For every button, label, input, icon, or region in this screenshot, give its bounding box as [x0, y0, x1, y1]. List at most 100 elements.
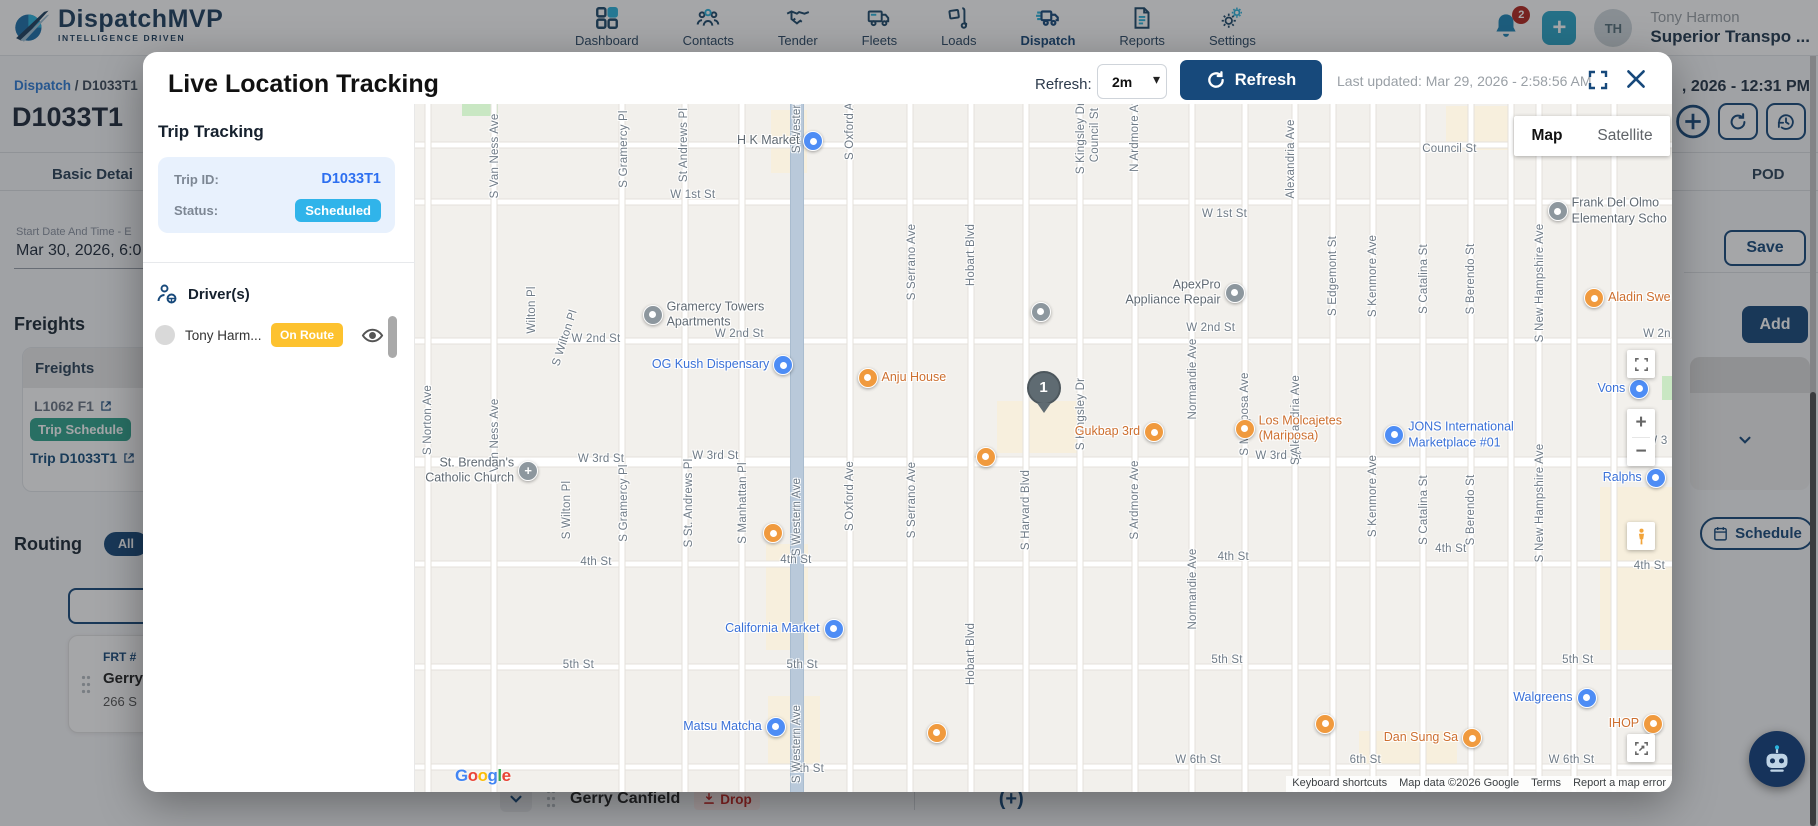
street-label: S Gramercy Pl	[617, 110, 630, 188]
map-type-satellite[interactable]: Satellite	[1580, 116, 1670, 156]
street-label: S Kingsley Dr	[1075, 104, 1088, 175]
status-badge: Scheduled	[295, 199, 381, 222]
poi-label: JONS International Marketplace #01	[1408, 419, 1514, 449]
road	[739, 104, 745, 792]
poi-marker[interactable]	[518, 460, 539, 481]
map-type-map[interactable]: Map	[1514, 116, 1580, 156]
recenter-icon	[1627, 734, 1655, 762]
poi-label: OG Kush Dispensary	[651, 357, 770, 372]
poi-marker[interactable]	[642, 304, 663, 325]
poi-marker[interactable]	[1629, 378, 1650, 399]
poi-marker[interactable]	[823, 618, 844, 639]
street-label: S Western Ave	[791, 477, 804, 556]
street-label: W 3rd St	[692, 450, 739, 463]
poi-marker[interactable]	[1030, 301, 1051, 322]
street-label: Normandie Ave	[1187, 338, 1200, 420]
map-canvas[interactable]: W 6th St 6th St W 6th St 6th St 5th St 5th St…	[415, 104, 1672, 792]
street-label: S Western Ave	[791, 704, 804, 783]
street-label: Hobart Blvd	[964, 224, 977, 287]
attribution-item[interactable]: Report a map error	[1567, 776, 1672, 792]
poi-marker[interactable]	[1643, 713, 1664, 734]
street-label: 5th St	[786, 659, 818, 672]
poi-marker[interactable]	[803, 131, 824, 152]
street-label: N Ardmore Ave	[1129, 104, 1142, 172]
street-label: S Serrano Ave	[905, 223, 918, 301]
poi-marker[interactable]	[765, 716, 786, 737]
poi-marker[interactable]	[773, 355, 794, 376]
recenter-control[interactable]	[1627, 734, 1655, 762]
divider	[143, 262, 415, 263]
driver-row[interactable]: Tony Harm... On Route	[155, 318, 403, 352]
poi-label: Los Molcajetes (Mariposa)	[1258, 413, 1342, 443]
street-label: 4th St	[1217, 550, 1249, 563]
poi-marker[interactable]	[1144, 422, 1165, 443]
poi-label: Dan Sung Sa	[1383, 730, 1459, 745]
map-expand-control[interactable]	[1627, 350, 1655, 378]
pegman-control[interactable]	[1627, 522, 1655, 550]
street-label: Council St	[1089, 107, 1102, 163]
map-area-green	[1661, 375, 1672, 400]
driver-status-badge: On Route	[271, 323, 343, 347]
road	[415, 764, 1672, 770]
poi-label: IHOP	[1608, 716, 1640, 731]
street-label: 4th St	[1435, 543, 1467, 556]
poi-marker[interactable]	[1584, 288, 1605, 309]
attribution-item[interactable]: Keyboard shortcuts	[1286, 776, 1394, 792]
live-tracking-modal: Live Location Tracking Refresh: 2m ▾ Ref…	[143, 52, 1672, 792]
street-label: S Harvard Blvd	[1019, 469, 1032, 550]
street-label: 5th St	[1211, 653, 1243, 666]
refresh-button[interactable]: Refresh	[1180, 60, 1322, 100]
road	[682, 104, 688, 792]
chat-widget-button[interactable]	[1749, 731, 1805, 787]
poi-label: Gukbap 3rd	[1074, 424, 1141, 439]
road	[1370, 104, 1376, 792]
panel-scrollbar-thumb[interactable]	[388, 316, 397, 358]
trip-stop-marker-label: 1	[1026, 370, 1061, 405]
fullscreen-icon[interactable]	[1585, 67, 1611, 93]
zoom-in-button[interactable]: +	[1627, 409, 1655, 437]
street-label: W 2nd St	[571, 333, 621, 346]
google-logo[interactable]: Google	[455, 766, 511, 786]
poi-marker[interactable]	[1576, 687, 1597, 708]
eye-icon[interactable]	[361, 324, 384, 347]
attribution-item[interactable]: Terms	[1525, 776, 1568, 792]
refresh-interval-select[interactable]: 2m	[1097, 64, 1167, 99]
road	[1189, 104, 1195, 792]
marker-tail	[1036, 402, 1051, 413]
last-updated-text: Last updated: Mar 29, 2026 - 2:58:56 AM	[1337, 73, 1592, 89]
map-type-control: Map Satellite	[1514, 116, 1670, 156]
poi-marker[interactable]	[1234, 418, 1255, 439]
poi-marker[interactable]	[1547, 201, 1568, 222]
refresh-icon	[1206, 70, 1226, 90]
street-label: S New Hampshire Ave	[1534, 443, 1546, 563]
poi-marker[interactable]	[1384, 424, 1405, 445]
street-label: W 6th St	[1548, 754, 1595, 767]
drivers-heading: Driver(s)	[188, 285, 250, 303]
poi-marker[interactable]	[1224, 282, 1245, 303]
street-label: S Edgemont St	[1326, 236, 1339, 316]
street-label: S Manhattan Pl	[737, 462, 750, 544]
poi-label: H K Market	[736, 133, 800, 148]
street-label: 4th St	[1633, 559, 1665, 572]
street-label: W 2nd St	[1186, 322, 1236, 335]
street-label: Normandie Ave	[1187, 548, 1200, 630]
refresh-interval-select-wrap: 2m ▾	[1097, 64, 1167, 99]
street-label: 6th St	[1349, 754, 1381, 767]
poi-marker[interactable]	[1462, 728, 1483, 749]
close-icon[interactable]	[1623, 66, 1649, 92]
street-label: W 6th St	[1175, 754, 1221, 767]
zoom-out-button[interactable]: −	[1627, 438, 1655, 466]
trip-tracking-panel: Trip Tracking Trip ID: D1033T1 Status: S…	[143, 104, 415, 792]
poi-marker[interactable]	[1645, 467, 1666, 488]
poi-marker[interactable]	[857, 367, 878, 388]
poi-marker[interactable]	[763, 523, 784, 544]
poi-marker[interactable]	[926, 722, 947, 743]
street-label: S Catalina St	[1418, 244, 1431, 315]
driver-name: Tony Harm...	[185, 327, 262, 343]
poi-marker[interactable]	[1315, 713, 1336, 734]
street-label: S Serrano Ave	[905, 461, 918, 538]
poi-marker[interactable]	[975, 446, 996, 467]
driver-avatar	[155, 325, 175, 345]
trip-stop-marker[interactable]: 1	[1026, 370, 1061, 413]
street-label: S Catalina St	[1418, 475, 1431, 545]
